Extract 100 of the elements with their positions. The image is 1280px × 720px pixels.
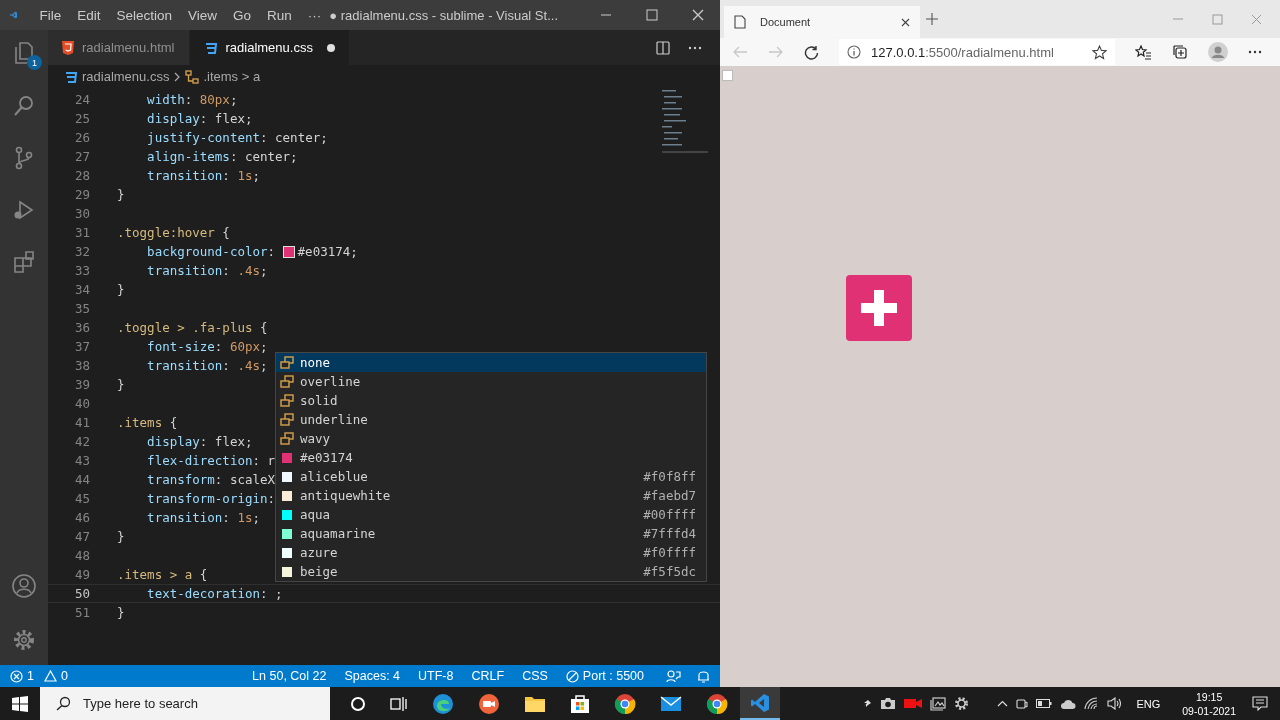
- star-icon[interactable]: [1092, 44, 1107, 60]
- code-punctuation: ;: [229, 92, 238, 107]
- wifi-icon[interactable]: [1084, 697, 1100, 710]
- video-device-icon[interactable]: [1016, 696, 1029, 711]
- more-icon[interactable]: [1248, 50, 1262, 54]
- suggestion-item[interactable]: underline: [276, 410, 706, 429]
- line-number: 30: [73, 206, 90, 221]
- code-property: transform-origin: [146, 491, 268, 506]
- menu-item[interactable]: Go: [225, 7, 260, 23]
- suggestion-item[interactable]: aqua #00ffff: [276, 505, 706, 524]
- account-icon[interactable]: [11, 573, 37, 599]
- warning-count[interactable]: 0: [60, 669, 68, 683]
- suggestion-item[interactable]: aliceblue #f0f8ff: [276, 467, 706, 486]
- error-count[interactable]: 1: [27, 669, 34, 683]
- status-item[interactable]: UTF-8: [418, 669, 454, 683]
- code-value: flex: [214, 111, 245, 126]
- address-bar[interactable]: 127.0.0.1:5500/radialmenu.html: [839, 39, 1115, 65]
- checkbox[interactable]: [722, 70, 733, 81]
- color-swatch[interactable]: [282, 245, 295, 258]
- cortana-icon[interactable]: [350, 695, 366, 712]
- video-record-icon[interactable]: [904, 698, 923, 709]
- breadcrumb-item[interactable]: radialmenu.css: [82, 69, 170, 84]
- edge-browser-icon[interactable]: [432, 692, 454, 715]
- info-icon: [847, 45, 861, 59]
- run-debug-icon[interactable]: [12, 198, 36, 222]
- battery-icon[interactable]: [1036, 699, 1053, 708]
- speaker-icon[interactable]: [1107, 697, 1123, 710]
- menu-item[interactable]: Selection: [108, 7, 180, 23]
- status-item[interactable]: CRLF: [471, 669, 505, 683]
- suggestion-item[interactable]: #e03174: [276, 448, 706, 467]
- more-actions-icon[interactable]: [688, 45, 702, 50]
- menu-item[interactable]: Edit: [69, 7, 109, 23]
- task-view-icon[interactable]: [390, 695, 408, 712]
- window-title: ● radialmenu.css - sublime - Visual St...: [329, 7, 558, 23]
- camera-icon[interactable]: [880, 697, 897, 710]
- code-property: flex-direction: [146, 453, 253, 468]
- favorites-icon[interactable]: [1135, 44, 1152, 60]
- toggle-button[interactable]: [846, 275, 912, 341]
- split-editor-icon[interactable]: [656, 40, 670, 55]
- suggestion-item[interactable]: beige #f5f5dc: [276, 562, 706, 581]
- breadcrumb-item[interactable]: .items > a: [203, 69, 261, 84]
- chevron-up-icon[interactable]: [997, 700, 1009, 707]
- pin-icon[interactable]: [862, 698, 873, 709]
- suggestion-item[interactable]: azure #f0ffff: [276, 543, 706, 562]
- extensions-icon[interactable]: [12, 250, 36, 274]
- code-punctuation: :: [229, 149, 239, 164]
- editor-tab[interactable]: radialmenu.css: [189, 30, 350, 65]
- status-item[interactable]: Spaces: 4: [344, 669, 401, 683]
- folder-icon[interactable]: [524, 694, 546, 713]
- language-indicator[interactable]: ENG: [1136, 697, 1161, 710]
- error-icon[interactable]: [10, 669, 23, 683]
- vscode-taskbar-button[interactable]: [740, 687, 780, 720]
- suggestion-item[interactable]: overline: [276, 372, 706, 391]
- code-punctuation: }: [117, 529, 125, 544]
- mail-icon[interactable]: [660, 695, 682, 712]
- line-number: 40: [73, 396, 90, 411]
- cloud-icon[interactable]: [1060, 697, 1077, 710]
- code-punctuation: {: [198, 567, 208, 582]
- profile-avatar-icon[interactable]: [1208, 42, 1228, 62]
- gallery-icon[interactable]: [930, 696, 947, 711]
- chrome-browser-icon[interactable]: [614, 692, 636, 715]
- search-icon: [56, 696, 71, 711]
- settings-icon[interactable]: [954, 696, 970, 711]
- port-status[interactable]: Port : 5500: [582, 669, 644, 683]
- camera-app-icon[interactable]: [478, 692, 500, 715]
- code-punctuation: :: [184, 92, 194, 107]
- browser-tab[interactable]: Document: [724, 6, 920, 38]
- suggestion-item[interactable]: aquamarine #7fffd4: [276, 524, 706, 543]
- line-number: 45: [73, 491, 90, 506]
- code-selector: .items > a: [117, 567, 193, 582]
- clock[interactable]: 19:15 09-01-2021: [1182, 689, 1236, 718]
- status-item[interactable]: Ln 50, Col 22: [252, 669, 327, 683]
- menu-item[interactable]: Run: [259, 7, 300, 23]
- suggestion-item[interactable]: solid: [276, 391, 706, 410]
- warning-icon[interactable]: [43, 670, 57, 682]
- windows-start-icon[interactable]: [12, 695, 28, 712]
- line-number: 50: [73, 586, 90, 601]
- menu-item[interactable]: ···: [299, 7, 330, 23]
- menu-item[interactable]: View: [180, 7, 225, 23]
- bell-icon[interactable]: [697, 669, 710, 683]
- collections-icon[interactable]: [1172, 44, 1188, 60]
- menu-item[interactable]: File: [31, 7, 70, 23]
- search-icon[interactable]: [12, 94, 36, 118]
- search-field[interactable]: Type here to search: [40, 687, 330, 720]
- line-number: 41: [73, 415, 90, 430]
- maximize-icon[interactable]: [646, 9, 658, 21]
- code-value: r: [267, 453, 276, 468]
- suggestion-item[interactable]: antiquewhite #faebd7: [276, 486, 706, 505]
- suggestion-item[interactable]: wavy: [276, 429, 706, 448]
- editor-tab[interactable]: radialmenu.html: [48, 30, 190, 65]
- status-item[interactable]: CSS: [522, 669, 548, 683]
- notifications-icon[interactable]: [1252, 696, 1268, 711]
- code-punctuation: :: [199, 434, 209, 449]
- suggestion-item[interactable]: none: [276, 353, 706, 372]
- store-bag-icon[interactable]: [570, 693, 590, 714]
- chrome-browser-icon[interactable]: [706, 692, 728, 715]
- refresh-icon[interactable]: [804, 44, 819, 60]
- close-icon[interactable]: [901, 17, 910, 27]
- new-tab-icon[interactable]: [926, 13, 938, 25]
- feedback-icon[interactable]: [666, 668, 681, 684]
